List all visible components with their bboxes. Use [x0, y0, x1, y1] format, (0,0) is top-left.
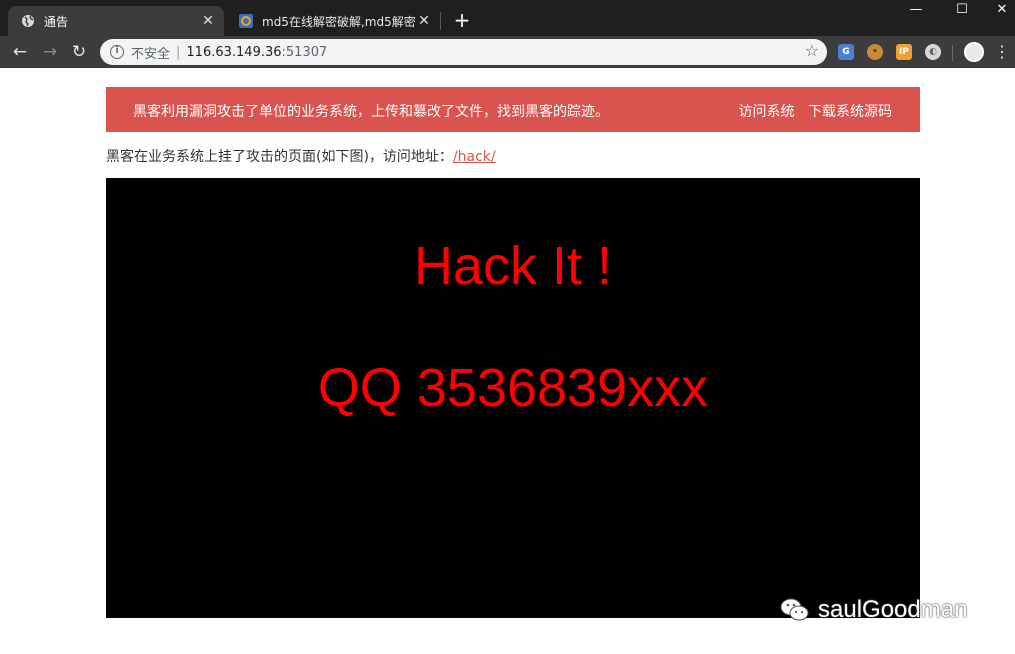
- hack-qq-line: QQ 3536839xxx: [317, 358, 709, 418]
- info-text: 黑客在业务系统上挂了攻击的页面(如下图)，访问地址：/hack/: [106, 146, 496, 166]
- window-close-icon[interactable]: ✕: [979, 0, 1015, 22]
- alert-banner: 黑客利用漏洞攻击了单位的业务系统，上传和篡改了文件，找到黑客的踪迹。 访问系统 …: [106, 87, 920, 132]
- hack-headline: Hack It !: [413, 236, 613, 296]
- address-host: 116.63.149.36: [186, 44, 282, 60]
- minimize-icon[interactable]: —: [893, 0, 939, 22]
- address-divider: |: [176, 44, 181, 60]
- reload-icon[interactable]: ↻: [67, 40, 91, 64]
- close-icon[interactable]: ✕: [416, 13, 432, 29]
- alert-message: 黑客利用漏洞攻击了单位的业务系统，上传和篡改了文件，找到黑客的踪迹。: [133, 104, 609, 120]
- tab-md5[interactable]: md5在线解密破解,md5解密加密 ✕: [226, 6, 440, 36]
- tab-title: 通告: [44, 14, 69, 29]
- globe-extension-icon[interactable]: ◐: [925, 44, 941, 60]
- watermark: saulGoodman: [780, 596, 967, 624]
- browser-titlebar: 通告 ✕ md5在线解密破解,md5解密加密 ✕ + — ☐ ✕: [0, 0, 1015, 36]
- tab-divider: [440, 12, 441, 30]
- alert-nav: 访问系统 下载系统源码: [730, 101, 892, 121]
- hack-page-image: Hack It ! QQ 3536839xxx: [106, 178, 920, 618]
- hack-link[interactable]: /hack/: [453, 149, 496, 165]
- wechat-icon: [780, 597, 810, 623]
- address-port: :51307: [281, 44, 328, 60]
- new-tab-button[interactable]: +: [450, 9, 474, 33]
- menu-kebab-icon[interactable]: ⋮: [994, 40, 1010, 64]
- visit-system-link[interactable]: 访问系统: [739, 104, 795, 120]
- forward-arrow-icon[interactable]: →: [38, 40, 62, 64]
- site-favicon-icon: [238, 13, 254, 29]
- toolbar-divider: [952, 45, 953, 61]
- cookie-extension-icon[interactable]: •: [867, 44, 883, 60]
- info-description: 黑客在业务系统上挂了攻击的页面(如下图)，访问地址：: [106, 149, 453, 165]
- bookmark-star-icon[interactable]: ☆: [805, 41, 819, 60]
- address-bar[interactable]: i 不安全 | 116.63.149.36 :51307 ☆: [100, 39, 827, 65]
- download-source-link[interactable]: 下载系统源码: [808, 104, 892, 120]
- ip-extension-icon[interactable]: IP: [896, 44, 912, 60]
- tab-title: md5在线解密破解,md5解密加密: [262, 14, 416, 29]
- globe-icon: [20, 13, 36, 29]
- browser-toolbar: ← → ↻ i 不安全 | 116.63.149.36 :51307 ☆ G •…: [0, 36, 1015, 68]
- watermark-text: saulGoodman: [818, 596, 968, 623]
- close-icon[interactable]: ✕: [200, 13, 216, 29]
- security-label: 不安全: [131, 46, 171, 62]
- translate-extension-icon[interactable]: G: [838, 44, 854, 60]
- back-arrow-icon[interactable]: ←: [8, 40, 32, 64]
- tab-notice[interactable]: 通告 ✕: [8, 6, 224, 36]
- info-icon[interactable]: i: [110, 45, 124, 59]
- profile-avatar[interactable]: [964, 42, 984, 62]
